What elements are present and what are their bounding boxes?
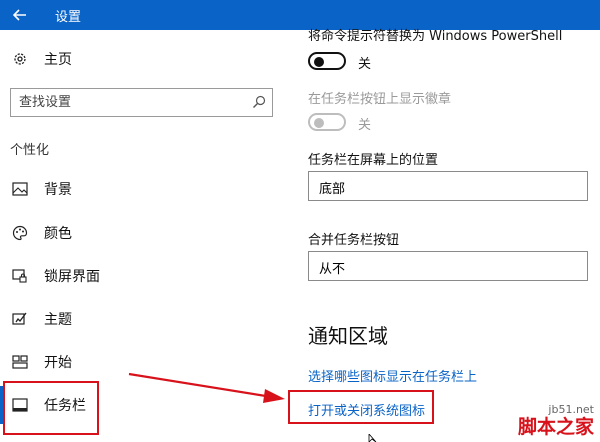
toggle-knob	[314, 57, 324, 67]
search-box[interactable]	[10, 88, 273, 117]
location-dropdown-value: 底部	[319, 182, 346, 197]
image-icon	[12, 181, 28, 197]
sidebar-item-lock-screen[interactable]: 锁屏界面	[0, 257, 286, 295]
select-taskbar-icons-link[interactable]: 选择哪些图标显示在任务栏上	[308, 366, 477, 385]
sidebar-item-background[interactable]: 背景	[0, 170, 286, 208]
badge-toggle[interactable]	[308, 113, 346, 131]
powershell-toggle[interactable]	[308, 52, 346, 70]
window-title: 设置	[55, 10, 82, 25]
gear-icon	[12, 51, 28, 67]
powershell-toggle-state: 关	[358, 57, 372, 72]
location-setting-label: 任务栏在屏幕上的位置	[308, 153, 439, 168]
back-arrow-icon	[13, 9, 26, 21]
sidebar-item-label: 颜色	[44, 226, 72, 242]
back-button[interactable]	[0, 0, 40, 30]
start-grid-icon	[12, 354, 28, 370]
combine-setting-label: 合并任务栏按钮	[308, 233, 400, 248]
badge-toggle-state: 关	[358, 118, 372, 133]
powershell-setting-label: 将命令提示符替换为 Windows PowerShell	[308, 29, 563, 44]
mouse-cursor-icon	[368, 434, 377, 442]
sidebar-item-label: 开始	[44, 355, 72, 371]
watermark: jb51.net 脚本之家	[517, 403, 594, 439]
palette-icon	[12, 225, 28, 241]
search-input[interactable]	[11, 89, 239, 116]
annotation-box-taskbar	[3, 381, 99, 435]
search-icon[interactable]	[252, 95, 266, 109]
sidebar-item-colors[interactable]: 颜色	[0, 214, 286, 252]
combine-dropdown-value: 从不	[319, 262, 346, 277]
annotation-arrow	[128, 372, 285, 403]
theme-icon	[12, 311, 28, 327]
location-dropdown[interactable]: 底部	[308, 171, 588, 201]
toggle-knob	[314, 118, 324, 128]
annotation-box-system-icons	[288, 390, 434, 424]
section-header: 个性化	[10, 143, 50, 158]
notification-area-heading: 通知区域	[308, 324, 388, 348]
watermark-brand: 脚本之家	[517, 416, 594, 438]
settings-content: 将命令提示符替换为 Windows PowerShell 关 在任务栏按钮上显示…	[286, 29, 600, 442]
sidebar-item-label: 锁屏界面	[44, 269, 100, 285]
sidebar-item-themes[interactable]: 主题	[0, 300, 286, 338]
sidebar-item-home[interactable]: 主页	[0, 40, 286, 78]
lock-screen-icon	[12, 268, 28, 284]
combine-dropdown[interactable]: 从不	[308, 251, 588, 281]
sidebar-item-label: 主题	[44, 312, 72, 328]
badge-setting-label: 在任务栏按钮上显示徽章	[308, 92, 452, 107]
sidebar-item-label: 主页	[44, 52, 72, 68]
sidebar-item-label: 背景	[44, 182, 72, 198]
watermark-site: jb51.net	[548, 403, 594, 416]
